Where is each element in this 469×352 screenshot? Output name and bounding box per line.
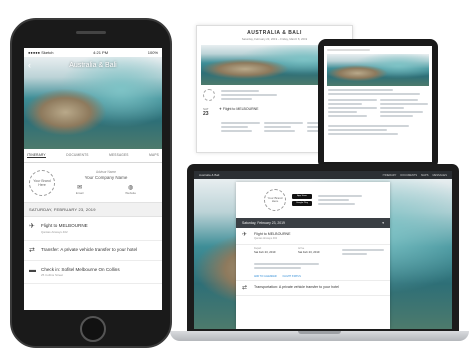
email-button[interactable]: ✉ Email (76, 184, 84, 195)
tab-documents[interactable]: DOCUMENTS (66, 153, 88, 158)
envelope-icon: ✉ (77, 185, 83, 191)
item-title: Transfer: A private vehicle transfer to … (41, 246, 138, 252)
laptop-base (170, 331, 469, 341)
web-transfer-item[interactable]: ⇄ Transportation: A private vehicle tran… (236, 280, 390, 296)
web-nav-itinerary[interactable]: ITINERARY (383, 174, 397, 177)
web-itinerary-card: Your Brand Here App Store Google Play Sa… (236, 182, 390, 329)
advisor-block: Advisor Name Your Company Name ✉ Email ◍… (55, 170, 157, 195)
tablet-body (324, 97, 432, 119)
bed-icon: ▬ (29, 266, 36, 274)
doc-title: AUSTRALIA & BALI (247, 30, 302, 36)
web-flight-details: Depart Sat Feb 23, 2019 Arrive Sat Feb 23,… (236, 245, 390, 259)
airplane-icon: ✈ (29, 223, 35, 230)
laptop-screen: Australia & Bali ITINERARY DOCUMENTS MAP… (194, 171, 452, 329)
phone-status-bar: ●●●●● Sketch 4:21 PM 100% (24, 48, 162, 57)
trip-title: Australia & Bali (69, 62, 117, 69)
phone-home-button[interactable] (80, 316, 106, 342)
doc-flight-title: ✈ Flight to MELBOURNE (219, 107, 259, 111)
brand-logo-placeholder: Your Brand Here (29, 169, 55, 196)
item-title: Flight to MELBOURNE (41, 223, 88, 228)
phone-date-band: SATURDAY, FEBRUARY 23, 2019 (24, 203, 162, 217)
add-to-calendar-link[interactable]: ADD TO CALENDAR (254, 275, 277, 278)
battery-label: 100% (147, 50, 158, 55)
web-nav-messages[interactable]: MESSAGES (432, 174, 447, 177)
app-store-badge[interactable]: App Store (292, 194, 312, 199)
airplane-icon: ✈ (242, 232, 248, 238)
laptop-device: Australia & Bali ITINERARY DOCUMENTS MAP… (187, 164, 459, 332)
web-transfer-title: Transportation: A private vehicle transf… (254, 285, 339, 289)
doc-day-number: 23 (203, 111, 209, 117)
web-brand-row: Your Brand Here App Store Google Play (236, 182, 390, 218)
advisor-name: Advisor Name (95, 170, 117, 174)
itinerary-item-hotel[interactable]: ▬ Check in: Sofitel Melbourne On Collins… (24, 261, 162, 284)
globe-icon: ◍ (128, 185, 134, 191)
web-flight-title: Flight to MELBOURNE (254, 232, 291, 236)
doc-brand-logo (203, 89, 215, 101)
email-label: Email (75, 191, 84, 195)
carrier-label: ●●●●● Sketch (28, 50, 54, 55)
web-brand-logo: Your Brand Here (264, 189, 286, 211)
tablet-device (318, 39, 438, 169)
phone-earpiece (76, 31, 106, 34)
website-button[interactable]: ◍ Website (125, 184, 136, 195)
web-nav-documents[interactable]: DOCUMENTS (400, 174, 417, 177)
itinerary-item-transfer[interactable]: ⇄ Transfer: A private vehicle transfer t… (24, 241, 162, 261)
tablet-hero-photo (327, 54, 429, 86)
web-date-label: Saturday, February 23, 2019 (242, 221, 285, 225)
transfer-icon: ⇄ (29, 246, 35, 254)
web-top-nav: Australia & Bali ITINERARY DOCUMENTS MAP… (194, 171, 452, 179)
web-flight-sub: Qantas Airways 402 (254, 237, 278, 240)
flight-status-link[interactable]: FLIGHT STATUS (283, 275, 301, 278)
phone-device: ●●●●● Sketch 4:21 PM 100% ‹ Australia & … (10, 18, 172, 348)
item-subtitle: 25 Collins Street (41, 273, 64, 277)
tab-maps[interactable]: MAPS (149, 153, 159, 158)
web-nav-title: Australia & Bali (199, 173, 220, 177)
phone-hero-photo: ‹ Australia & Bali (24, 57, 162, 149)
transfer-icon: ⇄ (242, 285, 248, 291)
chevron-down-icon[interactable]: ▾ (382, 221, 384, 225)
phone-tab-bar: ITINERARY DOCUMENTS MESSAGES MAPS (24, 149, 162, 163)
tablet-screen (324, 46, 432, 162)
status-time: 4:21 PM (93, 50, 109, 55)
device-mockup-stage: AUSTRALIA & BALI Saturday, February 23, … (0, 0, 469, 352)
tab-itinerary[interactable]: ITINERARY (27, 153, 46, 158)
website-label: Website (125, 191, 137, 195)
itinerary-item-flight[interactable]: ✈ Flight to MELBOURNE Qantas Airways 402 (24, 217, 162, 241)
phone-screen: ●●●●● Sketch 4:21 PM 100% ‹ Australia & … (24, 48, 162, 310)
web-nav-maps[interactable]: MAPS (421, 174, 428, 177)
phone-brand-bar: Your Brand Here Advisor Name Your Compan… (24, 163, 162, 203)
advisor-company: Your Company Name (84, 175, 128, 180)
web-flight-item[interactable]: ✈ Flight to MELBOURNE Qantas Airways 402 (236, 228, 390, 245)
item-title: Check in: Sofitel Melbourne On Collins (41, 266, 120, 272)
item-subtitle: Qantas Airways 402 (41, 229, 68, 234)
web-date-band: Saturday, February 23, 2019 ▾ (236, 218, 390, 228)
tab-messages[interactable]: MESSAGES (109, 153, 129, 158)
google-play-badge[interactable]: Google Play (292, 201, 312, 206)
